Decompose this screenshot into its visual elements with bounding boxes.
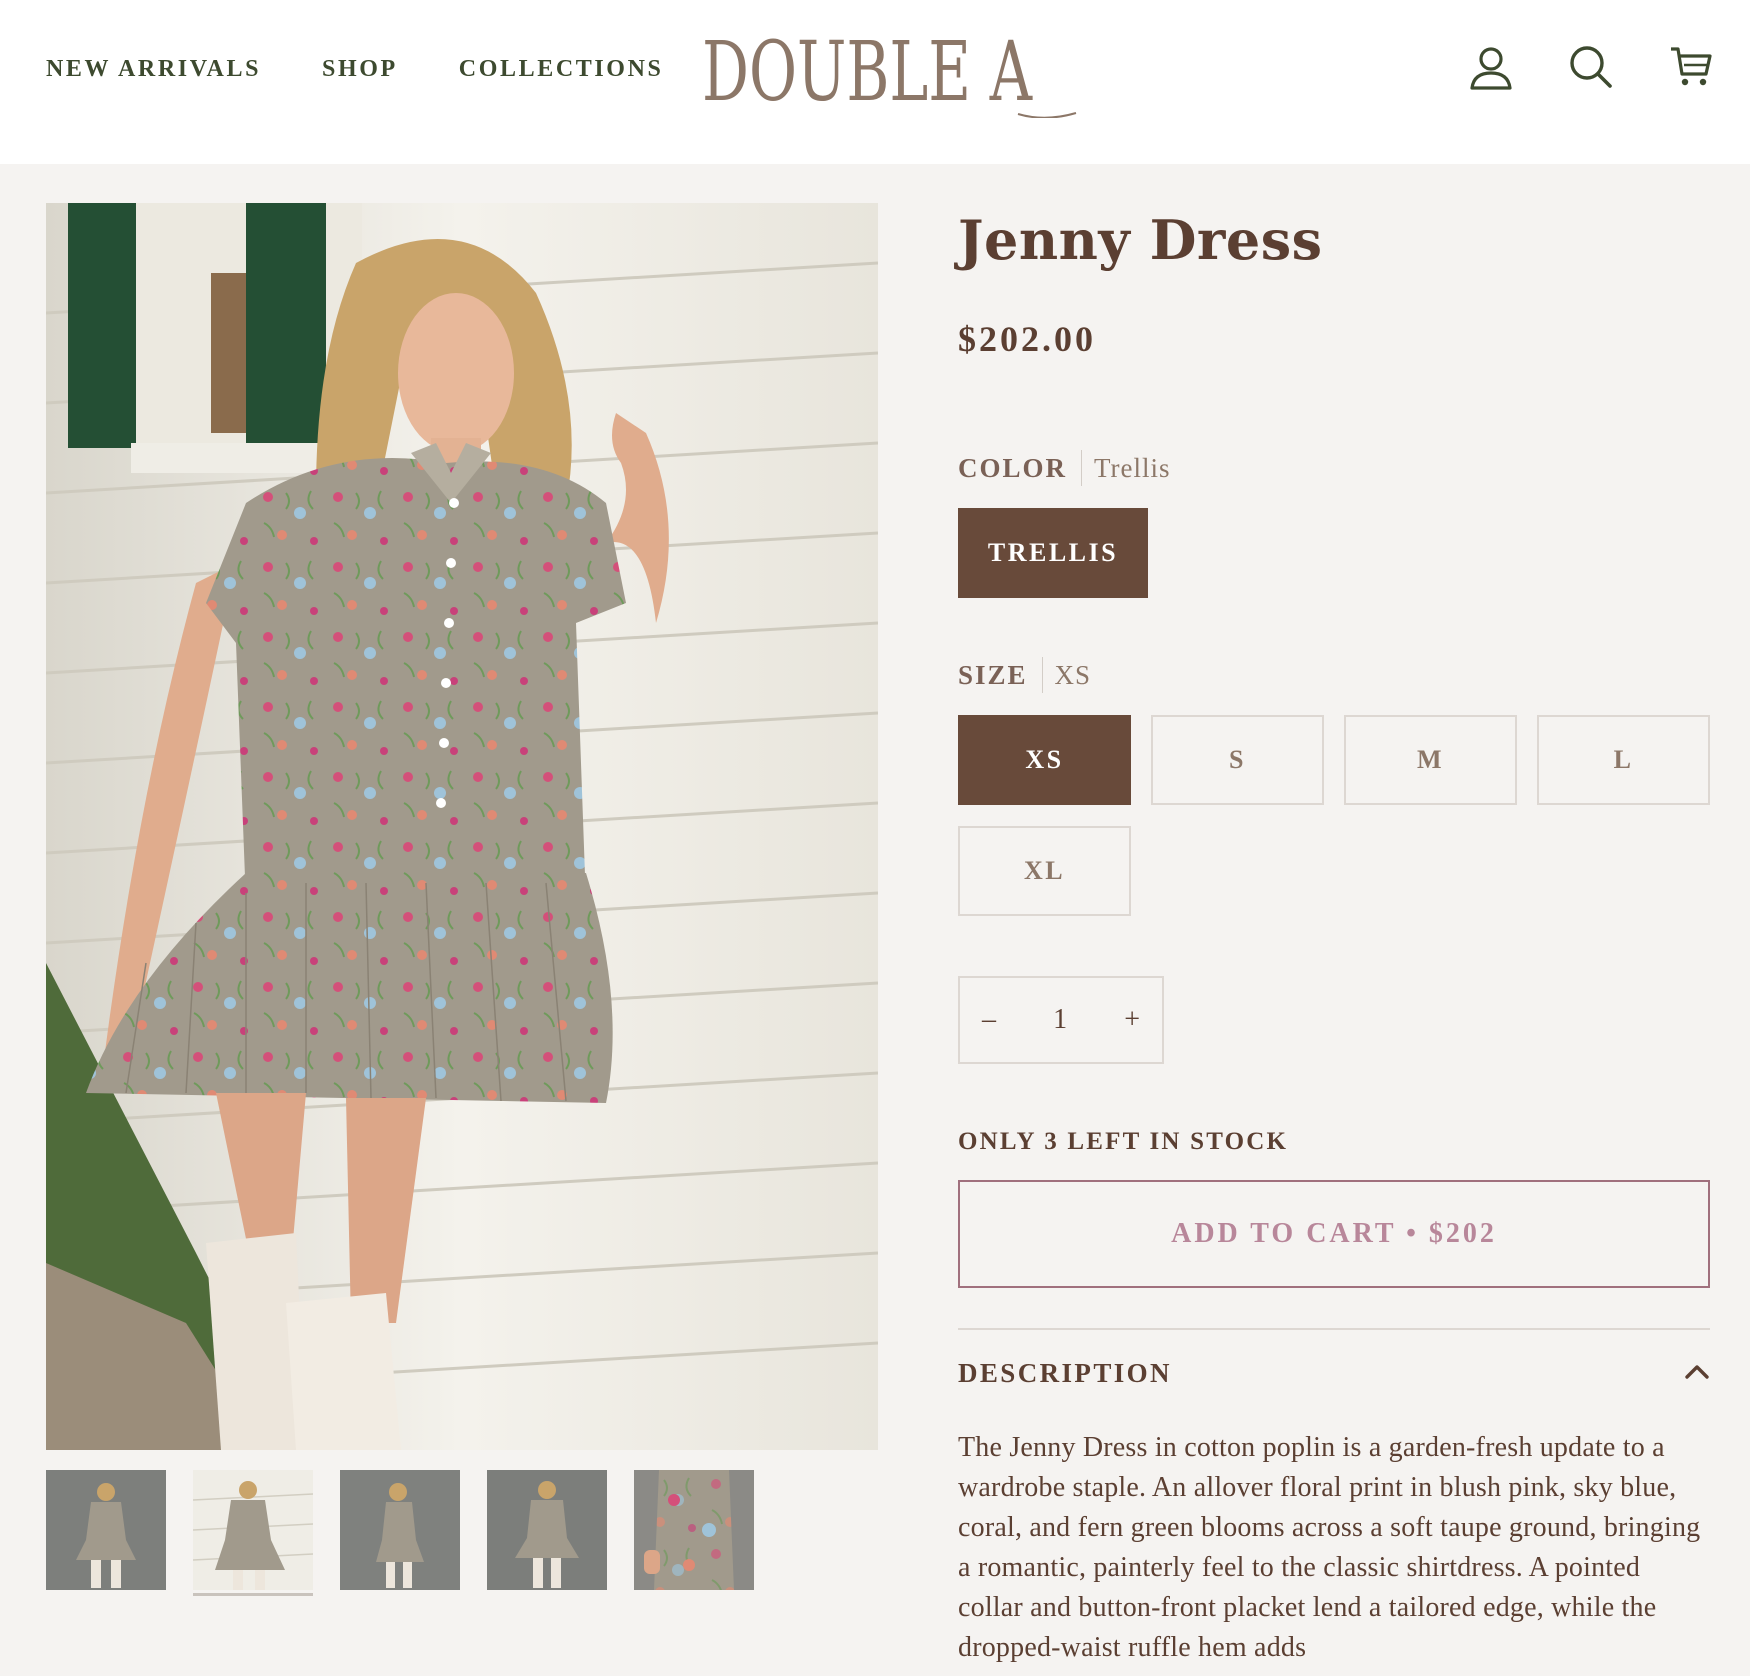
brand-logo-mark: DOUBLE A (702, 25, 1077, 120)
nav-new-arrivals[interactable]: NEW ARRIVALS (46, 52, 261, 86)
description-toggle[interactable]: DESCRIPTION (958, 1358, 1710, 1389)
size-swatch-l[interactable]: L (1537, 715, 1710, 805)
thumbnail-5[interactable] (634, 1470, 754, 1590)
account-icon[interactable] (1468, 44, 1514, 90)
color-option-label: COLOR Trellis (958, 450, 1171, 486)
color-swatch-trellis[interactable]: TRELLIS (958, 508, 1148, 598)
description-text: The Jenny Dress in cotton poplin is a ga… (958, 1432, 1701, 1663)
product-info: Jenny Dress $202.00 COLOR Trellis TRELLI… (958, 200, 1710, 1663)
description-divider (958, 1328, 1710, 1330)
quantity-stepper: – 1 + (958, 976, 1164, 1064)
size-swatch-m[interactable]: M (1344, 715, 1517, 805)
color-selected-value: Trellis (1094, 452, 1171, 483)
size-swatch-xl[interactable]: XL (958, 826, 1131, 916)
size-separator (1041, 657, 1043, 693)
main-nav: NEW ARRIVALS SHOP COLLECTIONS (46, 52, 724, 86)
quantity-increase-button[interactable]: + (1124, 1004, 1140, 1036)
color-label: COLOR (958, 452, 1068, 483)
size-swatch-s[interactable]: S (1151, 715, 1324, 805)
thumbnail-strip (46, 1470, 781, 1596)
color-separator (1081, 450, 1083, 486)
thumbnail-1[interactable] (46, 1470, 166, 1590)
size-swatch-xs[interactable]: XS (958, 715, 1131, 805)
stock-message: ONLY 3 LEFT IN STOCK (958, 1128, 1289, 1155)
size-label: SIZE (958, 659, 1028, 690)
thumbnail-3[interactable] (340, 1470, 460, 1590)
thumbnail-4[interactable] (487, 1470, 607, 1590)
nav-collections[interactable]: COLLECTIONS (459, 52, 664, 86)
add-to-cart-button[interactable]: ADD TO CART • $202 (958, 1180, 1710, 1288)
product-photo (46, 203, 878, 1450)
thumbnail-2[interactable] (193, 1470, 313, 1596)
quantity-value[interactable]: 1 (1053, 1004, 1067, 1036)
chevron-up-icon (1684, 1362, 1710, 1385)
brand-logo[interactable]: DOUBLE A (700, 18, 1080, 120)
quantity-decrease-button[interactable]: – (982, 1004, 996, 1036)
search-icon[interactable] (1568, 44, 1614, 90)
description-title: DESCRIPTION (958, 1358, 1172, 1388)
product-main-image[interactable] (46, 203, 878, 1450)
cart-icon[interactable] (1668, 44, 1714, 90)
product-title: Jenny Dress (958, 208, 1323, 272)
brand-logo-text: DOUBLE A (702, 25, 1033, 118)
site-header: NEW ARRIVALS SHOP COLLECTIONS DOUBLE A (0, 0, 1750, 164)
size-option-label: SIZE XS (958, 657, 1091, 693)
nav-shop[interactable]: SHOP (322, 52, 398, 86)
size-selected-value: XS (1054, 659, 1092, 690)
product-price: $202.00 (958, 319, 1096, 359)
